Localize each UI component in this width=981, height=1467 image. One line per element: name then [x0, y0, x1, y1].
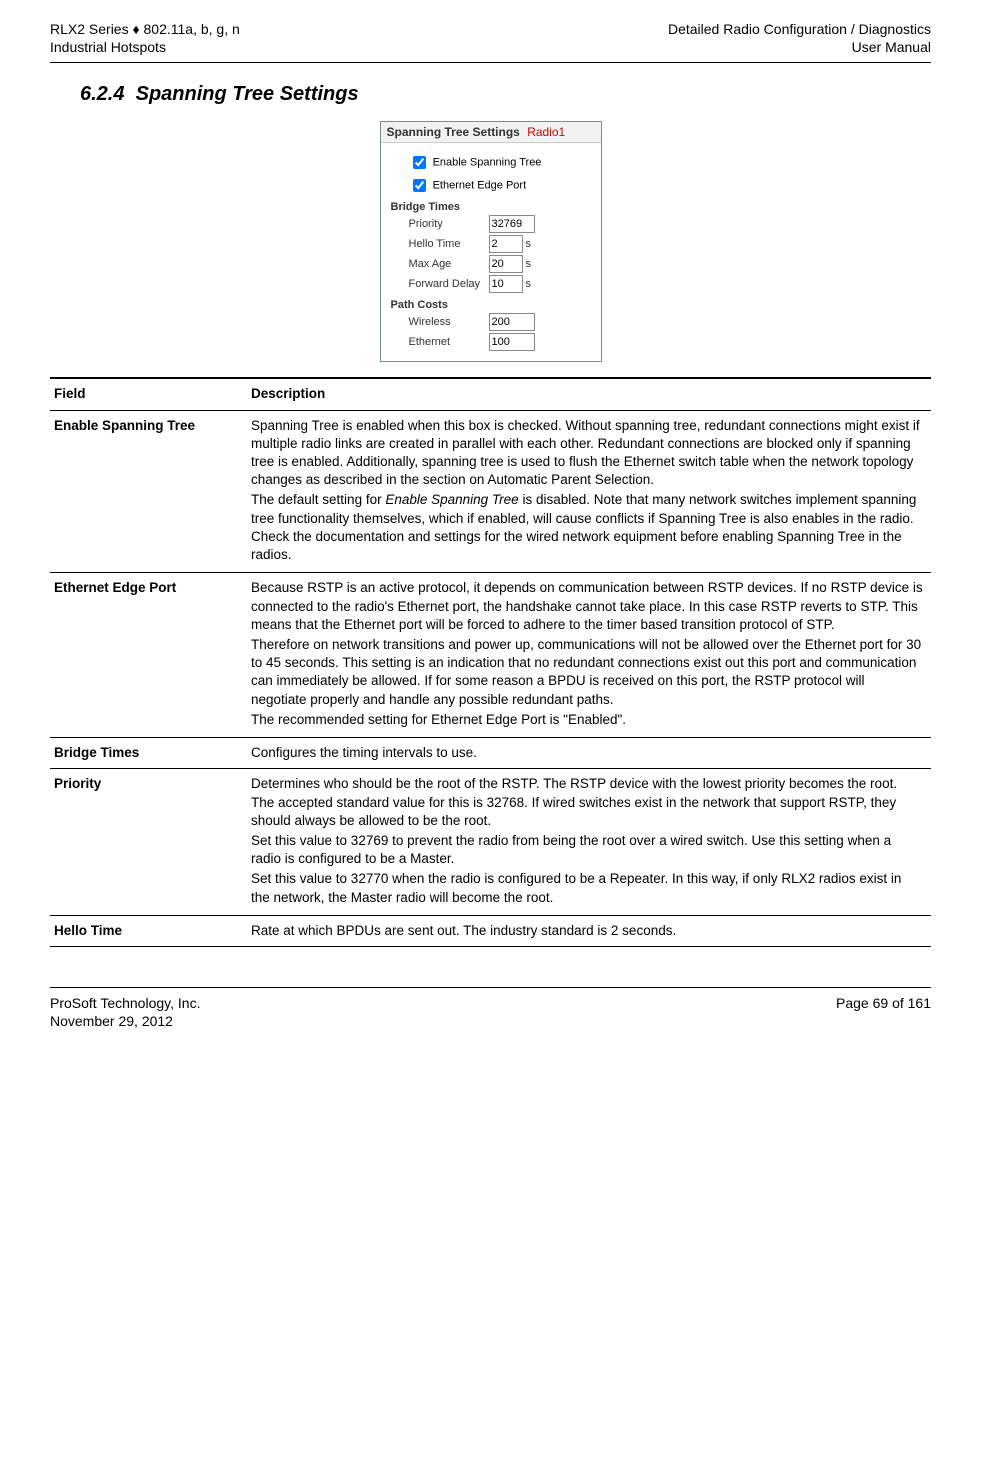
max-age-label: Max Age — [409, 258, 489, 270]
header-product-sub: Industrial Hotspots — [50, 38, 240, 56]
max-age-input[interactable] — [489, 255, 523, 273]
footer-company: ProSoft Technology, Inc. — [50, 994, 200, 1012]
footer-date: November 29, 2012 — [50, 1012, 200, 1030]
ethernet-label: Ethernet — [409, 336, 489, 348]
est-desc-p2a: The default setting for — [251, 492, 385, 507]
row-enable-spanning-tree-field: Enable Spanning Tree — [50, 410, 247, 573]
est-desc-p1: Spanning Tree is enabled when this box i… — [251, 417, 923, 490]
table-row: Hello Time Rate at which BPDUs are sent … — [50, 915, 931, 946]
section-number: 6.2.4 — [80, 83, 124, 105]
panel-radio-tag: Radio1 — [527, 125, 565, 139]
enable-spanning-tree-label: Enable Spanning Tree — [433, 157, 542, 169]
row-ethernet-edge-port-desc: Because RSTP is an active protocol, it d… — [247, 573, 931, 738]
est-desc-p2: The default setting for Enable Spanning … — [251, 491, 923, 564]
eep-desc-p1: Because RSTP is an active protocol, it d… — [251, 579, 923, 634]
hello-time-unit: s — [526, 238, 532, 250]
spanning-tree-panel: Spanning Tree Settings Radio1 Enable Spa… — [380, 121, 602, 362]
forward-delay-unit: s — [526, 278, 532, 290]
hello-time-label: Hello Time — [409, 238, 489, 250]
header-doc-section: Detailed Radio Configuration / Diagnosti… — [668, 20, 931, 38]
row-bridge-times-field: Bridge Times — [50, 738, 247, 769]
prio-desc-p2: Set this value to 32769 to prevent the r… — [251, 832, 923, 868]
table-row: Enable Spanning Tree Spanning Tree is en… — [50, 410, 931, 573]
panel-title: Spanning Tree Settings Radio1 — [381, 122, 601, 143]
hello-time-input[interactable] — [489, 235, 523, 253]
ethernet-edge-port-label: Ethernet Edge Port — [433, 180, 527, 192]
row-ethernet-edge-port-field: Ethernet Edge Port — [50, 573, 247, 738]
footer-page-number: Page 69 of 161 — [836, 994, 931, 1030]
max-age-unit: s — [526, 258, 532, 270]
row-priority-desc: Determines who should be the root of the… — [247, 769, 931, 916]
ethernet-edge-port-checkbox[interactable] — [413, 179, 426, 192]
prio-desc-p3: Set this value to 32770 when the radio i… — [251, 870, 923, 906]
forward-delay-input[interactable] — [489, 275, 523, 293]
header-doc-type: User Manual — [668, 38, 931, 56]
eep-desc-p3: The recommended setting for Ethernet Edg… — [251, 711, 923, 729]
forward-delay-label: Forward Delay — [409, 278, 489, 290]
panel-title-text: Spanning Tree Settings — [387, 125, 520, 139]
prio-desc-p1: Determines who should be the root of the… — [251, 775, 923, 830]
field-description-table: Field Description Enable Spanning Tree S… — [50, 377, 931, 947]
header-product: RLX2 Series ♦ 802.11a, b, g, n — [50, 20, 240, 38]
section-heading: 6.2.4 Spanning Tree Settings — [80, 83, 931, 106]
eep-desc-p2: Therefore on network transitions and pow… — [251, 636, 923, 709]
row-hello-time-field: Hello Time — [50, 915, 247, 946]
table-row: Ethernet Edge Port Because RSTP is an ac… — [50, 573, 931, 738]
wireless-input[interactable] — [489, 313, 535, 331]
table-row: Priority Determines who should be the ro… — [50, 769, 931, 916]
col-description: Description — [247, 378, 931, 410]
row-hello-time-desc: Rate at which BPDUs are sent out. The in… — [247, 915, 931, 946]
page-footer: ProSoft Technology, Inc. November 29, 20… — [50, 987, 931, 1030]
col-field: Field — [50, 378, 247, 410]
enable-spanning-tree-checkbox[interactable] — [413, 156, 426, 169]
est-desc-p2em: Enable Spanning Tree — [385, 492, 518, 507]
row-enable-spanning-tree-desc: Spanning Tree is enabled when this box i… — [247, 410, 931, 573]
row-bridge-times-desc: Configures the timing intervals to use. — [247, 738, 931, 769]
table-row: Bridge Times Configures the timing inter… — [50, 738, 931, 769]
ethernet-input[interactable] — [489, 333, 535, 351]
bridge-times-heading: Bridge Times — [391, 201, 591, 213]
path-costs-heading: Path Costs — [391, 299, 591, 311]
row-priority-field: Priority — [50, 769, 247, 916]
wireless-label: Wireless — [409, 316, 489, 328]
priority-label: Priority — [409, 218, 489, 230]
section-title: Spanning Tree Settings — [136, 83, 359, 105]
priority-input[interactable] — [489, 215, 535, 233]
page-header: RLX2 Series ♦ 802.11a, b, g, n Industria… — [50, 20, 931, 63]
